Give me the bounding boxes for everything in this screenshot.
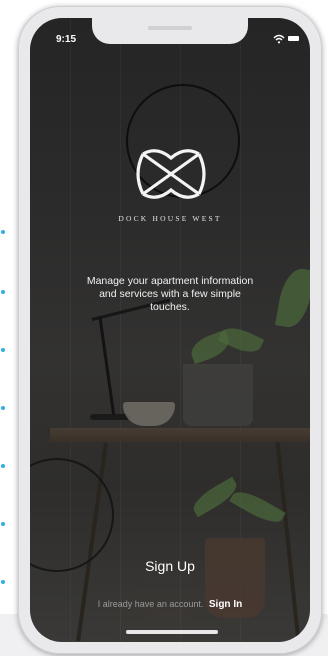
speaker-grille — [148, 26, 192, 30]
home-indicator[interactable] — [126, 630, 218, 634]
have-account-text: I already have an account. — [97, 599, 204, 609]
dot-marker — [1, 406, 5, 410]
battery-icon — [288, 36, 299, 41]
dot-marker — [1, 580, 5, 584]
device-notch — [92, 18, 248, 44]
decorative-dots — [0, 230, 10, 610]
sign-in-link[interactable]: Sign In — [209, 599, 242, 610]
phone-frame: 9:15 DOCK HOUSE WEST Manage your apartme… — [18, 6, 322, 654]
interlaced-knot-icon — [136, 149, 206, 199]
plant-leaf — [275, 265, 310, 331]
table-leg — [275, 442, 301, 642]
lamp-arm — [98, 317, 116, 417]
tagline: Manage your apartment information and se… — [86, 275, 254, 313]
sign-up-button[interactable]: Sign Up — [120, 553, 220, 579]
dot-marker — [1, 464, 5, 468]
table-top — [50, 428, 310, 442]
dot-marker — [1, 348, 5, 352]
sign-in-row: I already have an account. Sign In — [30, 599, 310, 610]
plant-pot — [183, 364, 253, 426]
brand-name: DOCK HOUSE WEST — [118, 214, 222, 223]
app-screen: 9:15 DOCK HOUSE WEST Manage your apartme… — [30, 18, 310, 642]
bowl — [123, 402, 175, 426]
lamp-base — [90, 414, 130, 420]
status-time: 9:15 — [56, 34, 77, 45]
dot-marker — [1, 290, 5, 294]
wifi-icon — [273, 34, 285, 44]
background-line — [120, 18, 121, 642]
dot-marker — [1, 522, 5, 526]
dot-marker — [1, 230, 5, 234]
plant-leaf — [229, 485, 286, 529]
plant-leaf — [217, 322, 265, 358]
